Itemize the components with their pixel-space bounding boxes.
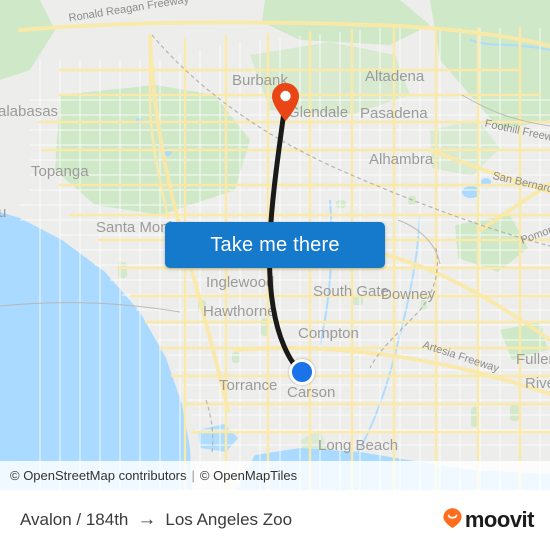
take-me-there-button[interactable]: Take me there	[165, 222, 385, 268]
map-canvas[interactable]: Ronald Reagan Freeway alabasas Burbank Alta…	[0, 0, 550, 490]
moovit-logo[interactable]: moovit	[442, 507, 535, 534]
attribution-separator: |	[191, 468, 195, 483]
trip-summary: Avalon / 184th → Los Angeles Zoo	[20, 509, 292, 531]
moovit-wordmark: moovit	[464, 507, 535, 532]
origin-dot-icon[interactable]	[289, 359, 315, 385]
moovit-pin-icon	[442, 507, 463, 534]
map-attribution-bar: © OpenStreetMap contributors | © OpenMap…	[0, 461, 550, 490]
moovit-trip-map-screen: Ronald Reagan Freeway alabasas Burbank Alta…	[0, 0, 550, 550]
arrow-right-icon: →	[137, 509, 157, 530]
osm-attribution-link[interactable]: © OpenStreetMap contributors	[10, 468, 187, 483]
destination-pin-icon[interactable]	[271, 82, 300, 122]
trip-footer: Avalon / 184th → Los Angeles Zoo moovit	[0, 490, 550, 550]
openmaptiles-attribution-link[interactable]: © OpenMapTiles	[200, 468, 297, 483]
trip-destination-label: Los Angeles Zoo	[165, 510, 293, 529]
trip-origin-label: Avalon / 184th	[20, 510, 129, 529]
